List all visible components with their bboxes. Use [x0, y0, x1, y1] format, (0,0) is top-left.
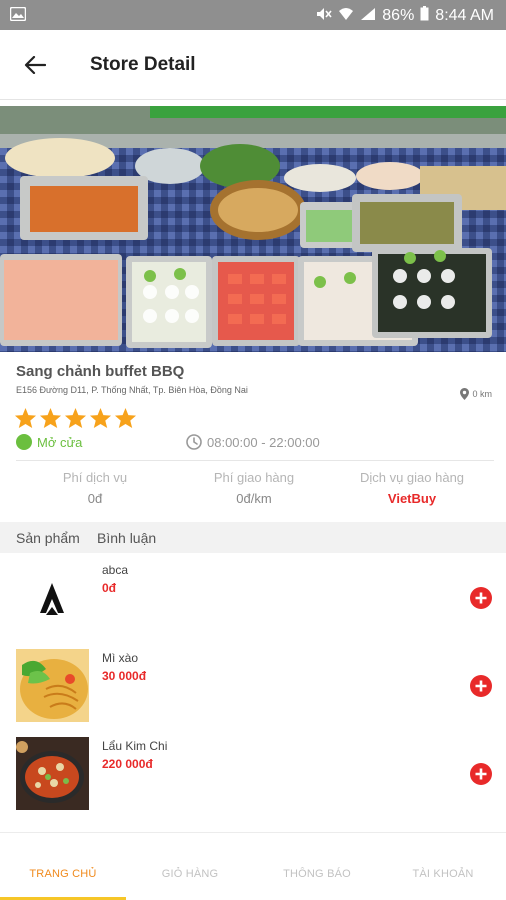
- plus-circle-icon: [470, 675, 492, 697]
- distance: 0 km: [460, 388, 492, 400]
- store-name: Sang chảnh buffet BBQ: [16, 363, 185, 380]
- clock-icon: [186, 434, 202, 450]
- nav-account-label: TÀI KHOẢN: [412, 868, 474, 880]
- add-to-cart-button[interactable]: [470, 675, 492, 697]
- star-icon: [64, 407, 87, 429]
- content-tabs: Sản phẩm Bình luận: [0, 522, 506, 553]
- product-item[interactable]: Lẩu Kim Chi 220 000đ: [0, 729, 506, 817]
- nav-cart[interactable]: GIỎ HÀNG: [127, 833, 253, 900]
- store-address: E156 Đường D11, P. Thống Nhất, Tp. Biên …: [16, 385, 248, 395]
- tab-reviews[interactable]: Bình luận: [97, 530, 156, 546]
- delivery-service-label: Dịch vụ giao hàng: [359, 470, 465, 485]
- battery-percent: 86%: [382, 7, 415, 24]
- nav-cart-label: GIỎ HÀNG: [161, 868, 219, 880]
- nav-home[interactable]: TRANG CHỦ: [0, 833, 126, 900]
- product-item[interactable]: abca 0đ: [0, 553, 506, 641]
- mute-icon: [316, 7, 332, 26]
- tab-products[interactable]: Sản phẩm: [16, 530, 80, 546]
- back-button[interactable]: [18, 50, 52, 80]
- store-info-panel: Sang chảnh buffet BBQ E156 Đường D11, P.…: [0, 352, 506, 522]
- opening-hours: 08:00:00 - 22:00:00: [186, 434, 320, 450]
- add-to-cart-button[interactable]: [470, 587, 492, 609]
- bottom-navigation: TRANG CHỦ GIỎ HÀNG THÔNG BÁO TÀI KHOẢN: [0, 832, 506, 900]
- delivery-fee-label: Phí giao hàng: [213, 470, 295, 485]
- add-to-cart-button[interactable]: [470, 763, 492, 785]
- open-dot-icon: [16, 434, 32, 450]
- nav-home-label: TRANG CHỦ: [29, 868, 97, 880]
- star-icon: [89, 407, 112, 429]
- delivery-fee-value: 0đ/km: [236, 491, 272, 506]
- star-icon: [114, 407, 137, 429]
- product-item[interactable]: Mì xào 30 000đ: [0, 641, 506, 729]
- store-banner-image: [0, 106, 506, 352]
- product-price: 30 000đ: [102, 669, 147, 683]
- delivery-fee: Phí giao hàng 0đ/km: [170, 470, 338, 506]
- service-fee: Phí dịch vụ 0đ: [11, 470, 179, 506]
- app-bar: Store Detail: [0, 30, 506, 100]
- plus-circle-icon: [470, 587, 492, 609]
- nav-notifications[interactable]: THÔNG BÁO: [254, 833, 380, 900]
- nav-notifications-label: THÔNG BÁO: [283, 868, 351, 880]
- product-image: [16, 737, 89, 810]
- distance-value: 0 km: [472, 389, 492, 399]
- gallery-icon: [9, 6, 27, 26]
- product-image: [16, 649, 89, 722]
- rating-stars: [14, 407, 137, 429]
- location-pin-icon: [460, 388, 470, 400]
- product-name: Lẩu Kim Chi: [102, 739, 168, 753]
- open-status: Mở cửa: [16, 434, 82, 450]
- service-fee-value: 0đ: [87, 491, 103, 506]
- product-image: [16, 561, 89, 634]
- opening-hours-value: 08:00:00 - 22:00:00: [207, 434, 320, 450]
- product-name: Mì xào: [102, 651, 139, 665]
- product-name: abca: [102, 563, 129, 577]
- product-price: 0đ: [102, 581, 117, 595]
- star-icon: [14, 407, 37, 429]
- wifi-icon: [338, 7, 354, 26]
- product-price: 220 000đ: [102, 757, 153, 771]
- service-fee-label: Phí dịch vụ: [62, 470, 128, 485]
- plus-circle-icon: [470, 763, 492, 785]
- page-title: Store Detail: [90, 54, 196, 75]
- nav-account[interactable]: TÀI KHOẢN: [380, 833, 506, 900]
- delivery-service-value: VietBuy: [387, 491, 437, 506]
- battery-icon: [420, 6, 429, 26]
- arrow-left-icon: [24, 56, 46, 74]
- divider: [16, 460, 494, 461]
- star-icon: [39, 407, 62, 429]
- clock: 8:44 AM: [435, 7, 494, 24]
- open-status-label: Mở cửa: [37, 434, 83, 450]
- delivery-service: Dịch vụ giao hàng VietBuy: [328, 470, 496, 506]
- status-bar: 86% 8:44 AM: [0, 0, 506, 30]
- signal-icon: [360, 7, 376, 26]
